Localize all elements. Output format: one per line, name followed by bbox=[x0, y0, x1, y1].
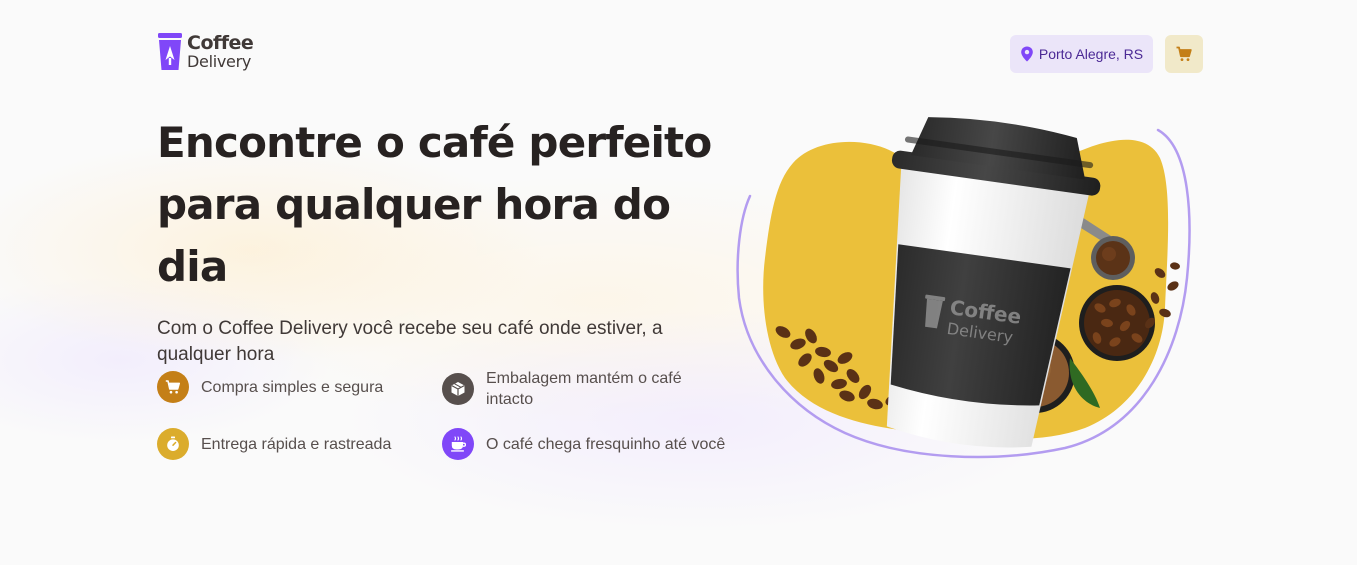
logo-text: Coffee Delivery bbox=[187, 32, 254, 71]
shopping-cart-icon bbox=[165, 380, 180, 394]
feature-label: Compra simples e segura bbox=[201, 378, 384, 396]
location-button[interactable]: Porto Alegre, RS bbox=[1010, 35, 1153, 73]
logo[interactable]: Coffee Delivery bbox=[157, 32, 254, 72]
coffee-icon bbox=[451, 436, 466, 452]
feature-icon-bubble bbox=[442, 428, 474, 460]
feature-item-packaging: Embalagem mantém o café intacto bbox=[442, 368, 712, 410]
feature-item-fresh-coffee: O café chega fresquinho até você bbox=[442, 428, 725, 460]
feature-item-purchase: Compra simples e segura bbox=[157, 371, 383, 403]
feature-icon-bubble bbox=[157, 371, 189, 403]
coffee-bean-bowl bbox=[1079, 285, 1155, 361]
hero-title-line1: Encontre o café perfeito bbox=[157, 118, 712, 167]
hero-title-line2: para qualquer hora do dia bbox=[157, 180, 671, 291]
hero-title: Encontre o café perfeito para qualquer h… bbox=[157, 112, 737, 298]
hero-subtitle: Com o Coffee Delivery você recebe seu ca… bbox=[157, 318, 663, 365]
feature-icon-bubble bbox=[442, 373, 474, 405]
logo-line1: Coffee bbox=[187, 32, 254, 54]
feature-label: Embalagem mantém o café intacto bbox=[486, 370, 682, 408]
cart-button[interactable] bbox=[1165, 35, 1203, 73]
feature-label: Entrega rápida e rastreada bbox=[201, 435, 392, 453]
feature-label: O café chega fresquinho até você bbox=[486, 435, 726, 453]
hero-text: Encontre o café perfeito para qualquer h… bbox=[157, 112, 737, 368]
hero-coffee-cup-image: Coffee Delivery bbox=[736, 117, 1191, 459]
location-label: Porto Alegre, RS bbox=[1038, 46, 1144, 62]
feature-item-delivery: Entrega rápida e rastreada bbox=[157, 428, 391, 460]
map-pin-icon bbox=[1021, 46, 1033, 62]
header: Coffee Delivery Porto Alegre, RS bbox=[157, 32, 1203, 76]
timer-icon bbox=[167, 436, 179, 451]
package-icon bbox=[451, 382, 465, 396]
coffee-cup-logo-icon bbox=[158, 33, 182, 70]
shopping-cart-icon bbox=[1176, 46, 1192, 61]
feature-icon-bubble bbox=[157, 428, 189, 460]
logo-line2: Delivery bbox=[187, 52, 252, 71]
